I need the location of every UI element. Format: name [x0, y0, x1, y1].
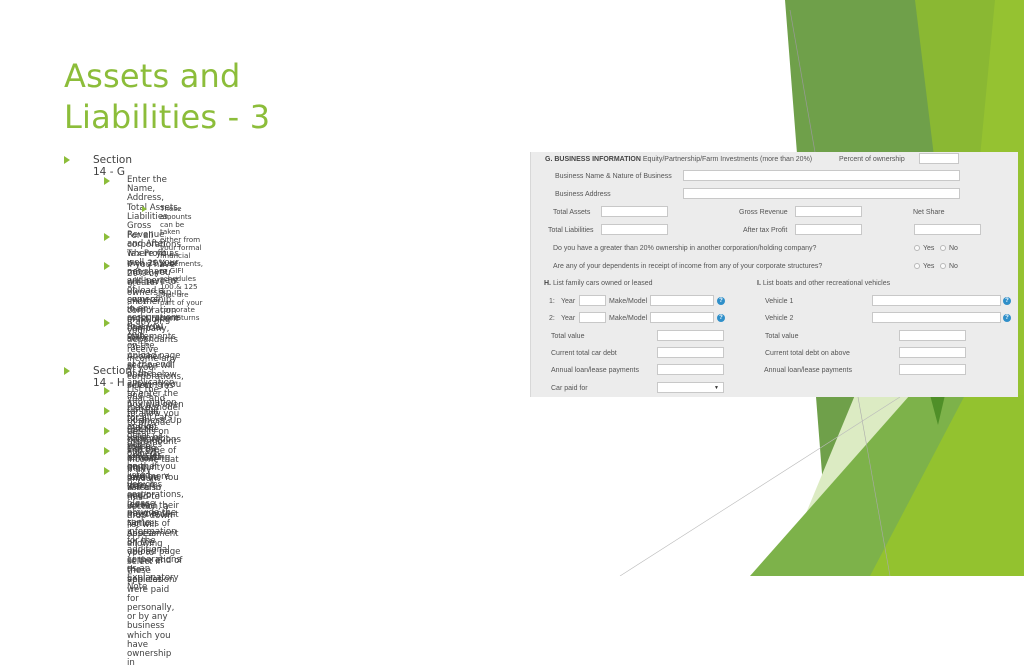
- car1-make-model-input[interactable]: [650, 295, 714, 306]
- bullet-line: these vehicles were paid for personally,…: [127, 566, 175, 668]
- bullet-arrow-icon: [104, 233, 110, 241]
- help-icon[interactable]: ?: [717, 314, 725, 322]
- car1-year-input[interactable]: [579, 295, 606, 306]
- h-current-debt-input[interactable]: [657, 347, 724, 358]
- bullet-arrow-icon: [64, 156, 70, 164]
- section-h-heading-bold: H.: [544, 280, 551, 287]
- bullet-arrow-icon: [104, 427, 110, 435]
- bullet-arrow-icon: [104, 447, 110, 455]
- dependents-no-label: No: [949, 263, 958, 270]
- bullet-line: If any amount listed in this section, a …: [127, 465, 173, 568]
- ownership-no-label: No: [949, 245, 958, 252]
- i-current-debt-label: Current total debt on above: [765, 350, 850, 357]
- car2-year-label: Year: [561, 315, 576, 322]
- bullet-arrow-icon: [104, 177, 110, 185]
- car2-year-input[interactable]: [579, 312, 606, 323]
- total-assets-label: Total Assets: [553, 209, 591, 216]
- car1-number: 1:: [549, 298, 555, 305]
- business-information-form: G. BUSINESS INFORMATION Equity/Partnersh…: [530, 152, 1018, 397]
- business-address-input[interactable]: [683, 188, 960, 199]
- car2-number: 2:: [549, 315, 555, 322]
- vehicle1-input[interactable]: [872, 295, 1001, 306]
- business-address-label: Business Address: [555, 191, 611, 198]
- gross-revenue-input[interactable]: [795, 206, 862, 217]
- dependents-yes-label: Yes: [923, 263, 935, 270]
- slide-title-line1: Assets and: [64, 57, 241, 95]
- section-g-heading-bold: G. BUSINESS INFORMATION: [545, 156, 641, 163]
- i-total-value-input[interactable]: [899, 330, 966, 341]
- bullet-h-5: If any amount listed in this section, a …: [127, 465, 175, 668]
- h-total-value-input[interactable]: [657, 330, 724, 341]
- gross-revenue-label: Gross Revenue: [739, 209, 788, 216]
- section-g-heading-rest: Equity/Partnership/Farm Investments (mor…: [642, 156, 813, 163]
- percent-ownership-label: Percent of ownership: [839, 156, 905, 163]
- bullet-arrow-icon: [104, 407, 110, 415]
- car1-make-model-label: Make/Model: [609, 298, 648, 305]
- dependents-yes-radio[interactable]: [914, 263, 920, 269]
- ownership-yes-radio[interactable]: [914, 245, 920, 251]
- vehicle1-label: Vehicle 1: [765, 298, 794, 305]
- net-share-input[interactable]: [914, 224, 981, 235]
- dependents-question: Are any of your dependents in receipt of…: [553, 263, 823, 270]
- bullet-arrow-icon: [64, 367, 70, 375]
- car2-make-model-label: Make/Model: [609, 315, 648, 322]
- bullet-arrow-icon: [104, 387, 110, 395]
- i-annual-payments-label: Annual loan/lease payments: [764, 367, 852, 374]
- help-icon[interactable]: ?: [717, 297, 725, 305]
- car1-year-label: Year: [561, 298, 576, 305]
- total-liabilities-input[interactable]: [601, 224, 668, 235]
- section-i-heading-rest: List boats and other recreational vehicl…: [762, 280, 891, 287]
- bullet-arrow-icon: [104, 467, 110, 475]
- i-current-debt-input[interactable]: [899, 347, 966, 358]
- car-paid-for-label: Car paid for: [551, 385, 588, 392]
- percent-ownership-input[interactable]: [919, 153, 959, 164]
- bullet-arrow-icon: [104, 262, 110, 270]
- after-tax-profit-input[interactable]: [795, 224, 862, 235]
- slide-title-line2: Liabilities - 3: [64, 98, 271, 136]
- section-g-heading: G. BUSINESS INFORMATION Equity/Partnersh…: [545, 156, 812, 163]
- total-liabilities-label: Total Liabilities: [548, 227, 594, 234]
- after-tax-profit-label: After tax Profit: [743, 227, 788, 234]
- ownership-question: Do you have a greater than 20% ownership…: [553, 245, 817, 252]
- chevron-down-icon: ▼: [714, 385, 719, 391]
- net-share-label: Net Share: [913, 209, 945, 216]
- dependents-no-radio[interactable]: [940, 263, 946, 269]
- car2-make-model-input[interactable]: [650, 312, 714, 323]
- business-name-label: Business Name & Nature of Business: [555, 173, 672, 180]
- ownership-yes-label: Yes: [923, 245, 935, 252]
- i-total-value-label: Total value: [765, 333, 799, 340]
- i-annual-payments-input[interactable]: [899, 364, 966, 375]
- slide-title: Assets and Liabilities - 3: [64, 56, 484, 138]
- h-total-value-label: Total value: [551, 333, 585, 340]
- bullet-arrow-icon: [142, 206, 147, 212]
- vehicle2-label: Vehicle 2: [765, 315, 794, 322]
- help-icon[interactable]: ?: [1003, 314, 1011, 322]
- section-i-heading-bold: I.: [757, 280, 761, 287]
- section-h-heading-rest: List family cars owned or leased: [552, 280, 653, 287]
- business-name-input[interactable]: [683, 170, 960, 181]
- h-annual-payments-input[interactable]: [657, 364, 724, 375]
- total-assets-input[interactable]: [601, 206, 668, 217]
- help-icon[interactable]: ?: [1003, 297, 1011, 305]
- bullet-arrow-icon: [104, 319, 110, 327]
- h-current-debt-label: Current total car debt: [551, 350, 617, 357]
- h-annual-payments-label: Annual loan/lease payments: [551, 367, 639, 374]
- section-i-heading: I. List boats and other recreational veh…: [757, 280, 890, 287]
- vehicle2-input[interactable]: [872, 312, 1001, 323]
- ownership-no-radio[interactable]: [940, 245, 946, 251]
- section-h-heading: H. List family cars owned or leased: [544, 280, 653, 287]
- car-paid-for-dropdown[interactable]: ▼: [657, 382, 724, 393]
